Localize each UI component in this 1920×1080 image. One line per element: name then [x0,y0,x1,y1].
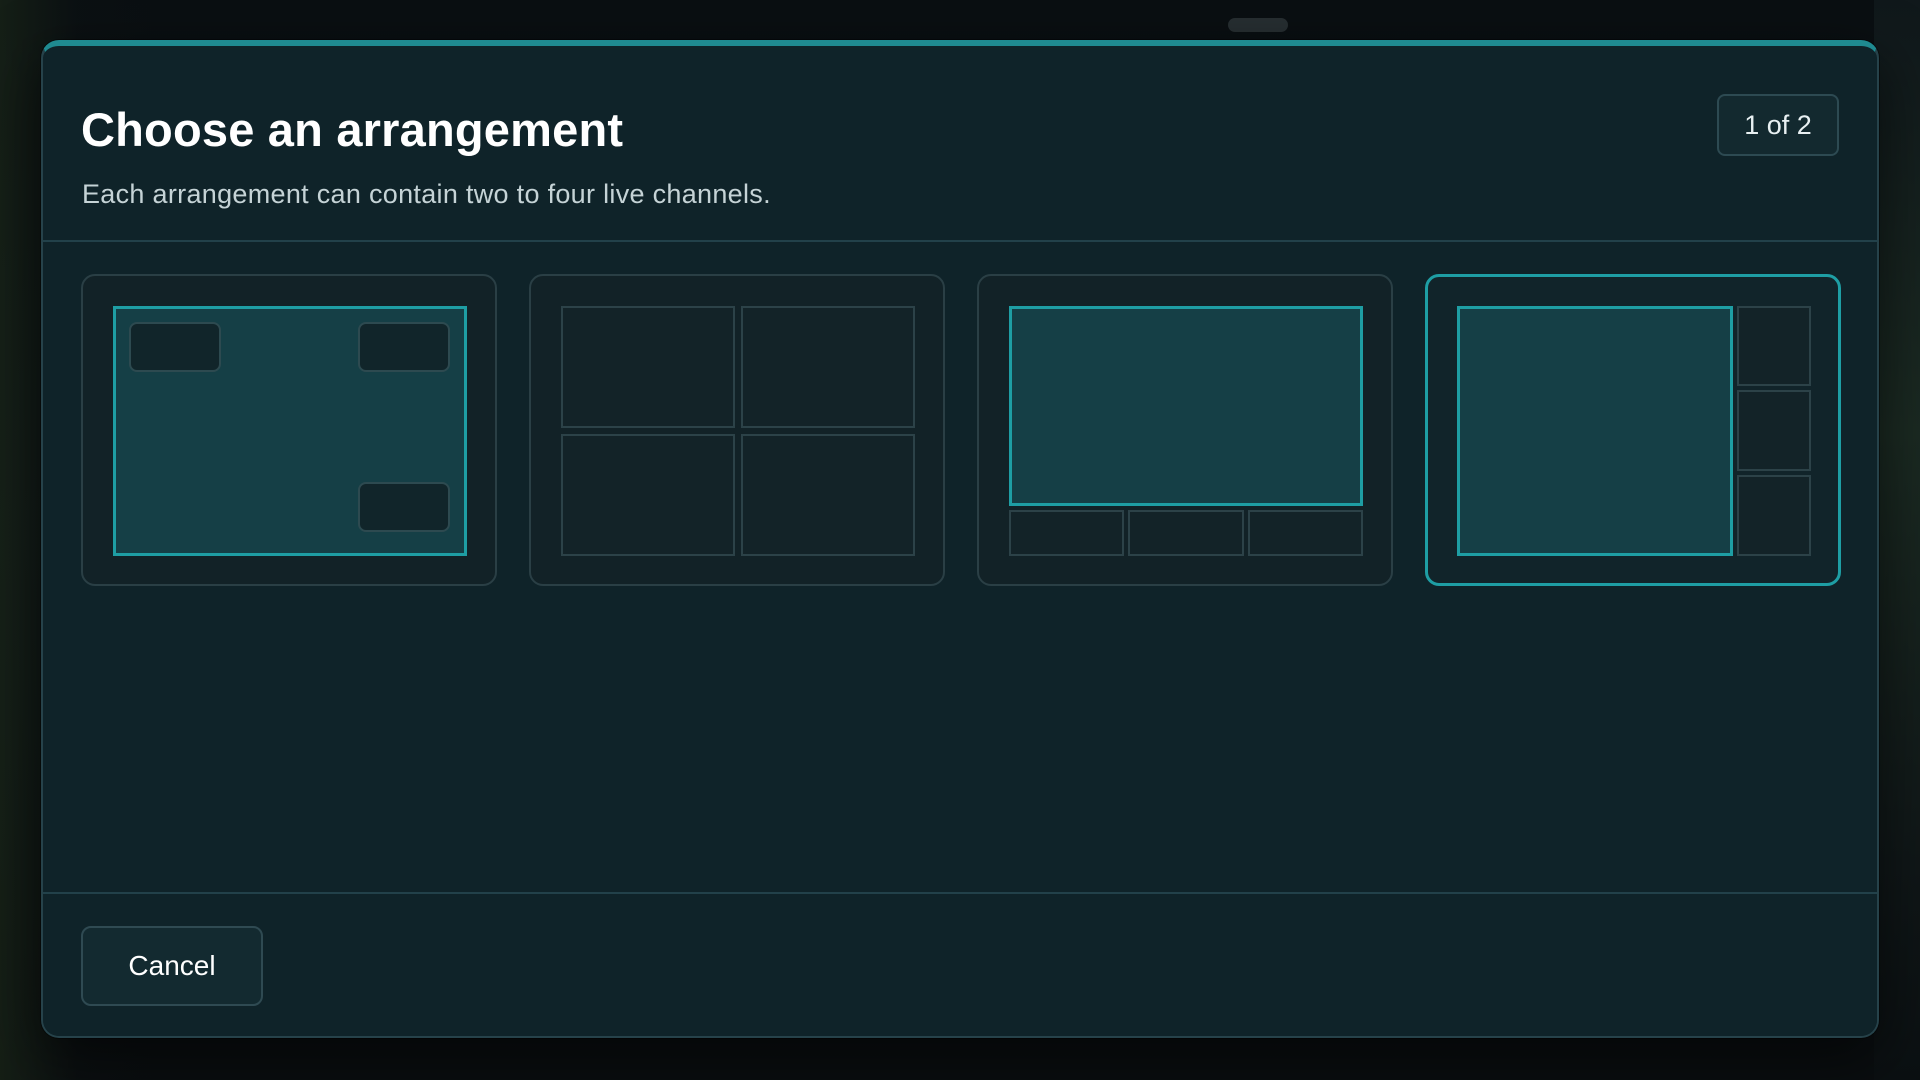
layout-preview [113,306,467,556]
grid-pane [561,434,735,556]
grid-pane [561,306,735,428]
pip-pane [129,322,221,372]
step-indicator: 1 of 2 [1717,94,1839,156]
dialog-title: Choose an arrangement [81,103,624,156]
arrangement-dialog: Choose an arrangement Each arrangement c… [41,40,1879,1038]
thumb-pane [1248,510,1363,556]
dialog-header: Choose an arrangement Each arrangement c… [43,46,1877,242]
side-pane [1737,306,1811,386]
arrangement-option-bottom-row[interactable] [977,274,1393,586]
dialog-subtitle: Each arrangement can contain two to four… [82,179,771,209]
arrangement-options [81,274,1841,586]
arrangement-option-pip[interactable] [81,274,497,586]
pip-pane [358,322,450,372]
side-pane [1737,475,1811,556]
side-pane [1737,390,1811,471]
layout-preview [1009,306,1363,556]
backdrop-light [1228,18,1288,32]
arrangement-option-side-column[interactable] [1425,274,1841,586]
main-pane [1457,306,1733,556]
backdrop-edge [1874,0,1920,1080]
pip-pane [358,482,450,532]
cancel-button[interactable]: Cancel [81,926,263,1006]
arrangement-option-grid[interactable] [529,274,945,586]
grid-pane [741,434,915,556]
thumb-pane [1009,510,1124,556]
main-pane [1009,306,1363,506]
layout-preview [561,306,915,556]
thumb-pane [1128,510,1244,556]
layout-preview [1457,306,1811,556]
dialog-footer: Cancel [43,892,1877,1036]
grid-pane [741,306,915,428]
